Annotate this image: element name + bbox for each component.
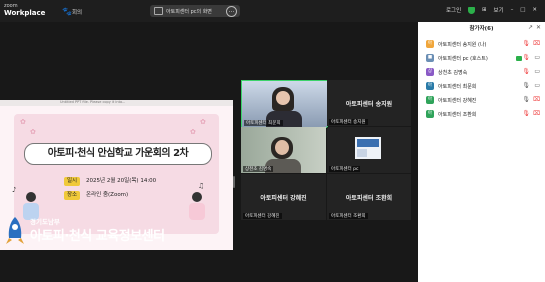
- participant-name: 아토피센터 송지원 (나): [438, 42, 487, 48]
- decor-flower-icon: ✿: [200, 118, 206, 126]
- zoom-logo: zoom Workplace: [4, 3, 45, 17]
- participant-row[interactable]: 아 아토피센터 최문희 🎙 ▭: [426, 81, 540, 91]
- participant-name: 상천초 김명숙: [438, 70, 468, 76]
- participant-row[interactable]: 아 아토피센터 조환희 🎙 ⌧: [426, 109, 540, 119]
- paw-icon[interactable]: 🐾: [62, 7, 72, 16]
- rocket-logo-icon: [6, 217, 24, 244]
- child-illustration: [186, 192, 208, 224]
- screen-share-label: 아토피센터 pc의 화면: [166, 9, 212, 15]
- participant-name: 아토피센터 강혜진: [438, 98, 477, 104]
- camera-icon[interactable]: ▭: [534, 68, 540, 75]
- participant-row[interactable]: 아 아토피센터 강혜진 🎙 ⌧: [426, 95, 540, 105]
- camera-off-icon[interactable]: ⌧: [533, 96, 540, 103]
- tile-name-label: 아토피센터 최문희: [244, 120, 283, 126]
- avatar: ■: [426, 54, 434, 62]
- mic-icon[interactable]: 🎙: [522, 82, 530, 89]
- login-label[interactable]: 로그인: [446, 6, 461, 14]
- tile-name-label: 아토피센터 강혜진: [243, 213, 282, 219]
- mic-muted-icon[interactable]: 🎙: [522, 54, 530, 61]
- avatar: 아: [426, 96, 434, 104]
- shield-icon[interactable]: [468, 6, 476, 14]
- screen-share-thumbnail: [355, 137, 381, 159]
- slide-title: 아토피·천식 안심학교 가운회의 2차: [47, 148, 189, 159]
- tile-center-name: 아토피센터 조환희: [345, 195, 393, 202]
- video-tile[interactable]: 상천초 김명숙: [241, 127, 326, 173]
- participant-name: 아토피센터 최문희: [438, 84, 477, 90]
- close-window-button[interactable]: ✕: [532, 7, 537, 13]
- maximize-button[interactable]: □: [520, 7, 525, 13]
- decor-flower-icon: ✿: [20, 118, 26, 126]
- avatar: 아: [426, 40, 434, 48]
- date-value: 2025년 2월 20일(목) 14:00: [86, 178, 157, 184]
- popout-icon[interactable]: ↗: [528, 24, 533, 31]
- minimize-button[interactable]: –: [511, 7, 514, 13]
- meeting-tab[interactable]: 회의: [72, 8, 82, 16]
- tile-center-name: 아토피센터 송지원: [345, 101, 393, 108]
- participant-row[interactable]: 상 상천초 김명숙 🎙 ▭: [426, 67, 540, 77]
- mic-muted-icon[interactable]: 🎙: [522, 40, 530, 47]
- music-note-icon: ♫: [198, 182, 205, 190]
- screen-share-status-icon: [516, 56, 522, 61]
- decor-flower-icon: ✿: [30, 128, 36, 136]
- avatar: 아: [426, 82, 434, 90]
- place-key: 장소: [64, 191, 81, 200]
- slide-titlebar: Untitled PPT file. Please copy it into..…: [0, 100, 233, 106]
- meeting-stage: Untitled PPT file. Please copy it into..…: [0, 22, 418, 282]
- video-tile[interactable]: 아토피센터 최문희: [241, 80, 328, 128]
- tile-name-label: 상천초 김명숙: [243, 166, 274, 172]
- slide-titlebar-text: Untitled PPT file. Please copy it into..…: [60, 100, 126, 104]
- video-tile[interactable]: 아토피센터 pc: [327, 127, 411, 173]
- window-controls: 로그인 ⊞ 보기 – □ ✕: [441, 6, 537, 16]
- participant-name: 아토피센터 pc (호스트): [438, 56, 488, 62]
- avatar: 상: [426, 68, 434, 76]
- participants-panel: 참가자(6) ↗ ✕ 아 아토피센터 송지원 (나) 🎙 ⌧ ■ 아토피센터 p…: [418, 22, 545, 282]
- view-button[interactable]: 보기: [494, 6, 504, 14]
- tile-center-name: 아토피센터 강혜진: [260, 195, 307, 202]
- camera-icon[interactable]: ▭: [534, 54, 540, 61]
- panel-title: 참가자(6): [469, 26, 494, 32]
- slide-date-row: 일시 2025년 2월 20일(목) 14:00: [64, 177, 156, 186]
- top-bar: zoom Workplace 🐾 회의 아토피센터 pc의 화면 … 로그인 ⊞…: [0, 0, 545, 22]
- slide-place-row: 장소 온라인 줌(Zoom): [64, 191, 128, 200]
- camera-off-icon[interactable]: ⌧: [533, 110, 540, 117]
- close-panel-button[interactable]: ✕: [536, 24, 541, 31]
- brand-line2: Workplace: [4, 9, 46, 17]
- participant-row[interactable]: ■ 아토피센터 pc (호스트) 🎙 ▭: [426, 53, 540, 63]
- tile-name-label: 아토피센터 송지원: [329, 119, 368, 125]
- more-options-button[interactable]: …: [226, 6, 237, 17]
- place-value: 온라인 줌(Zoom): [86, 192, 129, 198]
- music-note-icon: ♪: [12, 186, 17, 194]
- logo-line2: 아토피·천식 교육정보센터: [30, 229, 165, 244]
- camera-icon[interactable]: ▭: [534, 82, 540, 89]
- participant-name: 아토피센터 조환희: [438, 112, 477, 118]
- tile-name-label: 아토피센터 조환희: [329, 213, 368, 219]
- center-logo: 경기도남부 아토피·천식 교육정보센터: [4, 214, 184, 248]
- participant-row[interactable]: 아 아토피센터 송지원 (나) 🎙 ⌧: [426, 39, 540, 49]
- screen-share-indicator[interactable]: 아토피센터 pc의 화면 …: [150, 5, 240, 17]
- decor-flower-icon: ✿: [190, 128, 196, 136]
- mic-muted-icon[interactable]: 🎙: [522, 110, 530, 117]
- screen-share-icon: [154, 7, 163, 15]
- grid-icon[interactable]: ⊞: [482, 7, 487, 13]
- split-view-handle[interactable]: [233, 176, 235, 188]
- date-key: 일시: [64, 177, 81, 186]
- video-tile[interactable]: 아토피센터 조환희 아토피센터 조환희: [327, 174, 411, 220]
- slide-title-ribbon: 아토피·천식 안심학교 가운회의 2차: [24, 143, 212, 165]
- mic-icon[interactable]: 🎙: [522, 96, 530, 103]
- avatar: 아: [426, 110, 434, 118]
- video-tile[interactable]: 아토피센터 강혜진 아토피센터 강혜진: [241, 174, 326, 220]
- camera-off-icon[interactable]: ⌧: [533, 40, 540, 47]
- mic-muted-icon[interactable]: 🎙: [522, 68, 530, 75]
- tile-name-label: 아토피센터 pc: [329, 166, 361, 172]
- panel-header: 참가자(6) ↗ ✕: [418, 22, 545, 34]
- video-tile[interactable]: 아토피센터 송지원 아토피센터 송지원: [327, 80, 411, 126]
